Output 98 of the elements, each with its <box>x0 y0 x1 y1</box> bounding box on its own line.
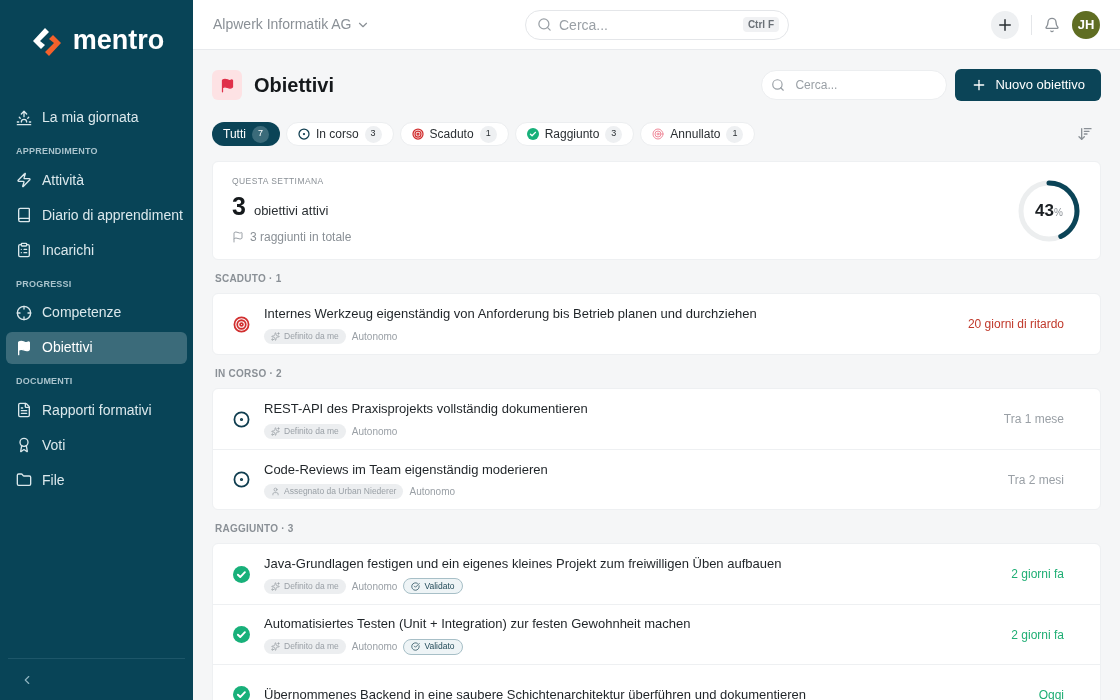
overdue-icon <box>411 128 424 140</box>
folder-icon <box>16 472 32 488</box>
section-heading: IN CORSO · 2 <box>214 367 283 381</box>
goal-title: Java-Grundlagen festigen und ein eigenes kleines Projekt zum freiwilligen Üben aufbauen <box>264 554 783 573</box>
crosshair-icon <box>16 304 32 321</box>
active-label: obiettivi attivi <box>253 201 329 220</box>
source-tag: Definito da me <box>264 328 346 344</box>
sparkle-icon <box>271 581 280 591</box>
book-icon <box>16 207 32 223</box>
goal-row[interactable]: Automatisiertes Testen (Unit + Integration) zur festen Gewohnheit machen Definito da me Autonomo Validato 2 giorni fa <box>213 604 1100 664</box>
flag-icon <box>232 231 244 244</box>
validated-tag: Validato <box>403 638 463 655</box>
overdue-icon <box>233 315 250 333</box>
filter-tab[interactable]: Raggiunto 3 <box>514 122 635 146</box>
goal-row[interactable]: Code-Reviews im Team eigenständig moderieren Assegnato da Urban Niederer Autonomo Tra 2 mesi <box>213 449 1100 509</box>
sparkle-icon <box>271 642 280 652</box>
avatar[interactable]: JH <box>1072 10 1100 39</box>
percent-unit: % <box>1054 207 1063 220</box>
sidebar-item[interactable]: File <box>6 464 187 496</box>
goal-title: Automatisiertes Testen (Unit + Integration) zur festen Gewohnheit machen <box>264 615 692 634</box>
sparkle-icon <box>271 426 280 436</box>
source-tag: Definito da me <box>264 639 346 655</box>
goal-title: Internes Werkzeug eigenständig von Anforderung bis Betrieb planen und durchziehen <box>264 305 758 324</box>
person-icon <box>271 487 280 497</box>
shortcut-key: Ctrl F <box>742 16 779 32</box>
due-label: 2 giorni fa <box>1011 626 1064 644</box>
sidebar-item[interactable]: Diario di apprendiment <box>6 199 187 231</box>
filter-tab[interactable]: Tutti 7 <box>212 122 280 146</box>
mode-label: Autonomo <box>409 485 456 500</box>
goal-row[interactable]: Internes Werkzeug eigenständig von Anforderung bis Betrieb planen und durchziehen Definito da me Autonomo 20 giorni di ritardo <box>213 294 1100 354</box>
filter-tab[interactable]: Scaduto 1 <box>399 122 509 146</box>
due-label: Tra 1 mese <box>1003 411 1064 428</box>
goal-search-field[interactable]: Cerca... <box>761 70 948 100</box>
check-circle-icon <box>233 565 250 583</box>
bell-icon[interactable] <box>1044 16 1060 33</box>
search-icon <box>537 16 552 32</box>
add-button[interactable] <box>991 10 1019 39</box>
sidebar-heading: PROGRESSI <box>15 277 73 291</box>
due-label: 20 giorni di ritardo <box>967 316 1064 333</box>
goal-title: Code-Reviews im Team eigenständig moderieren <box>264 460 549 479</box>
lightning-icon <box>16 172 32 188</box>
sidebar-item[interactable]: Competenze <box>6 296 187 329</box>
count-badge: 7 <box>251 125 269 143</box>
total-reached: 3 raggiunti in totale <box>250 229 352 247</box>
due-label: Tra 2 mesi <box>1007 471 1064 489</box>
due-label: 2 giorni fa <box>1011 566 1064 583</box>
section-heading: SCADUTO · 1 <box>214 272 283 286</box>
check-circle-icon <box>233 626 250 643</box>
active-count: 3 <box>232 193 246 219</box>
flag-icon <box>219 77 235 93</box>
page-title: Obiettivi <box>254 73 334 98</box>
mode-label: Autonomo <box>351 329 398 344</box>
filter-tab[interactable]: In corso 3 <box>285 122 394 146</box>
percent-value: 43 <box>1035 199 1054 222</box>
section-heading: RAGGIUNTO · 3 <box>214 522 295 536</box>
sidebar-item[interactable]: Rapporti formativi <box>6 394 187 426</box>
summary-eyebrow: QUESTA SETTIMANA <box>232 174 325 188</box>
sidebar-item[interactable]: Obiettivi <box>6 331 187 364</box>
goal-row[interactable]: Java-Grundlagen festigen und ein eigenes kleines Projekt zum freiwilligen Üben aufbauen Definito da me Autonomo Validato 2 giorni fa <box>213 544 1100 604</box>
count-badge: 3 <box>605 125 623 143</box>
sidebar-item[interactable]: Attività <box>6 164 187 196</box>
check-icon <box>411 642 421 652</box>
sparkle-icon <box>271 331 280 341</box>
sunrise-icon <box>16 109 32 126</box>
source-tag: Definito da me <box>264 578 346 594</box>
new-goal-button[interactable]: Nuovo obiettivo <box>955 69 1101 101</box>
sidebar-heading: DOCUMENTI <box>15 375 74 388</box>
search-icon <box>771 78 786 92</box>
cancelled-icon <box>652 128 665 140</box>
validated-tag: Validato <box>403 578 463 595</box>
in-progress-icon <box>233 471 250 488</box>
mode-label: Autonomo <box>351 424 398 439</box>
goal-title: Übernommenes Backend in eine saubere Schichtenarchitektur überführen und dokumentieren <box>264 685 807 700</box>
flag-icon <box>16 339 32 356</box>
filter-tab[interactable]: Annullato 1 <box>640 122 756 146</box>
in-progress-icon <box>297 128 310 140</box>
progress-ring <box>1017 178 1081 243</box>
medal-icon <box>16 437 32 453</box>
goal-title: REST-API des Praxisprojekts vollständig dokumentieren <box>264 400 589 419</box>
sidebar-item[interactable]: Incarichi <box>6 234 187 266</box>
clipboard-icon <box>16 242 32 258</box>
goal-row[interactable]: REST-API des Praxisprojekts vollständig dokumentieren Definito da me Autonomo Tra 1 mese <box>213 389 1100 449</box>
source-tag: Assegnato da Urban Niederer <box>264 484 404 500</box>
count-badge: 1 <box>479 125 497 143</box>
count-badge: 1 <box>726 125 744 143</box>
sidebar-item[interactable]: Voti <box>6 429 187 461</box>
sidebar-heading: APPRENDIMENTO <box>15 145 99 158</box>
in-progress-icon <box>233 410 250 428</box>
document-icon <box>16 402 32 418</box>
sort-icon[interactable] <box>1077 126 1093 142</box>
check-circle-icon <box>526 128 539 140</box>
logo-text: mentro <box>72 26 165 54</box>
check-icon <box>411 581 421 591</box>
mode-label: Autonomo <box>351 579 398 594</box>
count-badge: 3 <box>364 125 382 143</box>
mode-label: Autonomo <box>351 640 398 655</box>
source-tag: Definito da me <box>264 423 346 439</box>
sidebar-item[interactable]: La mia giornata <box>6 101 187 134</box>
